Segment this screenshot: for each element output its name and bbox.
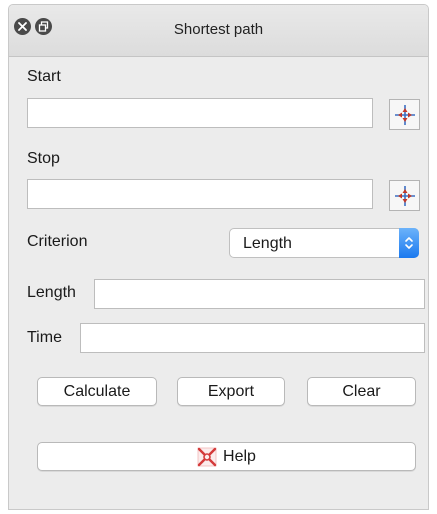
shortest-path-dock: Shortest path Start Stop Criterion Lengt…: [8, 4, 429, 510]
capture-point-icon: [394, 104, 415, 125]
start-capture-button[interactable]: [389, 99, 420, 130]
criterion-label: Criterion: [27, 233, 88, 250]
start-label: Start: [27, 68, 61, 85]
clear-button[interactable]: Clear: [307, 377, 416, 406]
stop-field[interactable]: [27, 179, 373, 209]
criterion-selected-value: Length: [243, 235, 292, 252]
export-button[interactable]: Export: [177, 377, 285, 406]
help-button[interactable]: Help: [37, 442, 416, 471]
chevron-updown-icon: [399, 228, 419, 258]
time-field[interactable]: [80, 323, 425, 353]
length-label: Length: [27, 284, 76, 301]
window-title: Shortest path: [173, 21, 264, 38]
length-field[interactable]: [94, 279, 425, 309]
capture-point-icon: [394, 185, 415, 206]
start-field[interactable]: [27, 98, 373, 128]
time-label: Time: [27, 329, 62, 346]
stop-capture-button[interactable]: [389, 180, 420, 211]
help-label: Help: [223, 448, 256, 465]
title-bar: Shortest path: [9, 5, 428, 57]
criterion-select[interactable]: Length: [229, 228, 419, 258]
stop-label: Stop: [27, 150, 60, 167]
help-icon: [197, 447, 217, 466]
calculate-button[interactable]: Calculate: [37, 377, 157, 406]
